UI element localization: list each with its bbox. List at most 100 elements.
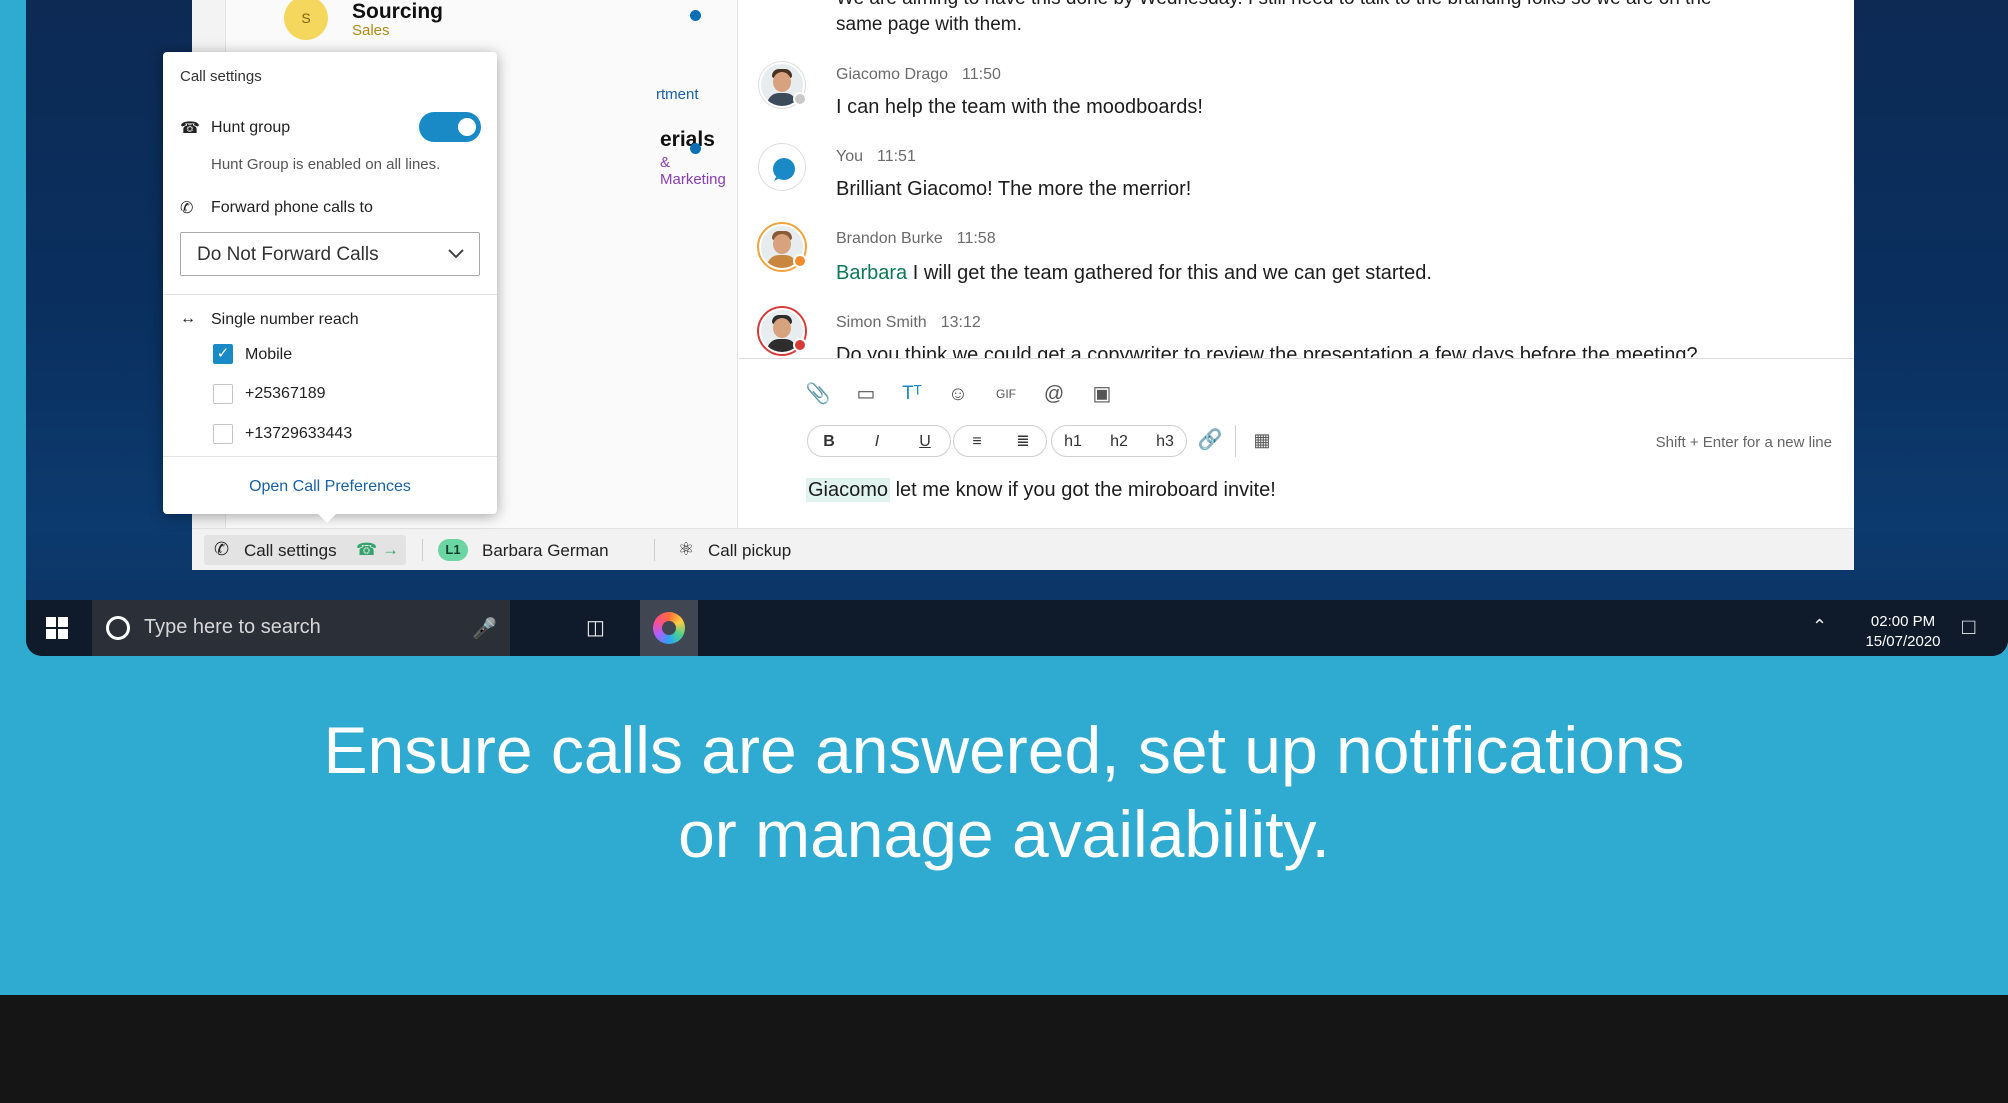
task-view-icon[interactable]: ◫ (586, 615, 605, 640)
webex-taskbar-button[interactable] (640, 600, 698, 656)
taskbar-search[interactable]: Type here to search 🎤 (92, 600, 510, 656)
space-subtitle: Sales (352, 22, 390, 39)
call-pickup-icon: ⚛ (678, 539, 695, 559)
forward-selected-value: Do Not Forward Calls (197, 244, 379, 265)
snr-option-label: Mobile (245, 346, 293, 363)
space-subtitle: rtment (656, 86, 699, 103)
presence-indicator (793, 338, 807, 352)
bar-divider (422, 539, 423, 561)
popover-divider (163, 456, 497, 457)
bullet-list-icon[interactable]: ≡ (960, 430, 994, 454)
taskbar-time[interactable]: 02:00 PM (1858, 613, 1948, 630)
popover-title: Call settings (180, 68, 262, 85)
message-thread: We are aiming to have this done by Wedne… (739, 0, 1854, 358)
call-pickup-button[interactable]: Call pickup (708, 541, 791, 561)
single-number-reach-icon: → (382, 540, 399, 559)
numbered-list-icon[interactable]: ≣ (1006, 430, 1040, 454)
emoji-icon[interactable]: ☺ (945, 381, 971, 407)
caption-line: or manage availability. (678, 797, 1330, 871)
markdown-icon[interactable]: ▦ (1249, 427, 1275, 453)
forward-label: Forward phone calls to (211, 199, 373, 216)
text-format-icon[interactable]: Tᵀ (899, 381, 925, 407)
presence-indicator (793, 254, 807, 268)
bar-divider (654, 539, 655, 561)
message-text: Do you think we could get a copywriter t… (836, 344, 1698, 358)
popover-divider (163, 294, 497, 295)
space-subtitle: & Marketing (660, 154, 726, 188)
message-time: 11:50 (962, 66, 1001, 83)
phone-settings-icon: ✆ (214, 539, 230, 559)
popover-pointer (316, 512, 338, 523)
underline-button[interactable]: U (908, 430, 942, 454)
draft-text: let me know if you got the miroboard inv… (890, 479, 1276, 501)
draft-mention: Giacomo (806, 478, 891, 502)
chevron-down-icon (448, 249, 464, 259)
sender-name: You (836, 148, 863, 165)
forward-icon: ✆ (180, 200, 194, 217)
gif-icon[interactable]: GIF (993, 381, 1019, 407)
mention[interactable]: Barbara (836, 262, 907, 284)
open-call-preferences-link[interactable]: Open Call Preferences (163, 478, 497, 496)
windows-taskbar: Type here to search 🎤 ◫ ⌃ 02:00 PM 15/07… (26, 600, 2008, 656)
format-group-headings: h1 h2 h3 (1051, 425, 1187, 457)
line-name[interactable]: Barbara German (482, 541, 609, 561)
message-meta: You 11:51 (836, 148, 916, 166)
call-settings-popover: Call settings ☎ Hunt group Hunt Group is… (163, 52, 497, 514)
single-number-reach-icon: ↔ (180, 310, 196, 327)
mention-icon[interactable]: @ (1041, 381, 1067, 407)
snr-option-label: +25367189 (245, 385, 326, 402)
chat-bubble-icon (773, 158, 795, 181)
heading1-button[interactable]: h1 (1056, 430, 1090, 454)
call-settings-button[interactable]: ✆ Call settings ☎ → (204, 535, 406, 565)
message-composer: 📎 ▭ Tᵀ ☺ GIF @ ▣ B I U ≡ ≣ h1 h2 h3 🔗 ▦ … (739, 358, 1854, 528)
message-text-partial: We are aiming to have this done by Wedne… (836, 0, 1712, 10)
message-meta: Brandon Burke 11:58 (836, 230, 996, 248)
bold-button[interactable]: B (812, 430, 846, 454)
number-checkbox[interactable] (213, 384, 233, 404)
attach-icon[interactable]: 📎 (805, 381, 831, 407)
message-body: I will get the team gathered for this an… (912, 262, 1432, 284)
windows-start-icon[interactable] (46, 617, 68, 639)
hunt-group-icon: ☎ (356, 540, 378, 559)
space-name: erials (660, 128, 715, 151)
whiteboard-icon[interactable]: ▣ (1089, 381, 1115, 407)
toolbar-divider (1235, 425, 1236, 457)
microphone-icon[interactable]: 🎤 (472, 616, 497, 641)
notifications-icon[interactable]: □ (1962, 614, 1975, 640)
forward-calls-select[interactable]: Do Not Forward Calls (180, 232, 480, 276)
message-text: Brilliant Giacomo! The more the merrior! (836, 178, 1192, 200)
hunt-group-note: Hunt Group is enabled on all lines. (211, 156, 441, 173)
search-placeholder: Type here to search (144, 616, 321, 638)
message-meta: Giacomo Drago 11:50 (836, 66, 1001, 84)
taskbar-date[interactable]: 15/07/2020 (1858, 633, 1948, 650)
message-text: Barbara I will get the team gathered for… (836, 262, 1432, 285)
format-group-text: B I U (807, 425, 951, 457)
heading3-button[interactable]: h3 (1148, 430, 1182, 454)
snr-option-label: +13729633443 (245, 425, 353, 442)
avatar[interactable] (759, 144, 805, 190)
presence-indicator (793, 92, 807, 106)
marketing-caption: Ensure calls are answered, set up notifi… (0, 708, 2008, 876)
unread-indicator (690, 10, 701, 21)
format-group-lists: ≡ ≣ (953, 425, 1047, 457)
share-screen-icon[interactable]: ▭ (853, 381, 879, 407)
hunt-group-toggle[interactable] (419, 112, 481, 142)
mobile-checkbox[interactable]: ✓ (213, 344, 233, 364)
message-input[interactable]: Giacomo let me know if you got the mirob… (806, 478, 1276, 502)
sender-name: Simon Smith (836, 314, 927, 331)
space-item-sourcing[interactable]: S Sourcing Sales (226, 0, 738, 48)
italic-button[interactable]: I (860, 430, 894, 454)
message-meta: Simon Smith 13:12 (836, 314, 981, 332)
sender-name: Brandon Burke (836, 230, 943, 247)
chevron-up-icon[interactable]: ⌃ (1812, 616, 1827, 637)
space-avatar: S (284, 0, 328, 40)
call-status-bar: ✆ Call settings ☎ → L1 Barbara German ⚛ … (192, 528, 1854, 570)
desktop-screen: S Sourcing Sales rtment erials & Marketi… (26, 0, 2008, 656)
heading2-button[interactable]: h2 (1102, 430, 1136, 454)
unread-indicator (690, 143, 701, 154)
link-icon[interactable]: 🔗 (1197, 427, 1223, 453)
line-badge: L1 (438, 539, 468, 561)
message-time: 11:51 (877, 148, 916, 165)
footer-band (0, 995, 2008, 1103)
number-checkbox[interactable] (213, 424, 233, 444)
